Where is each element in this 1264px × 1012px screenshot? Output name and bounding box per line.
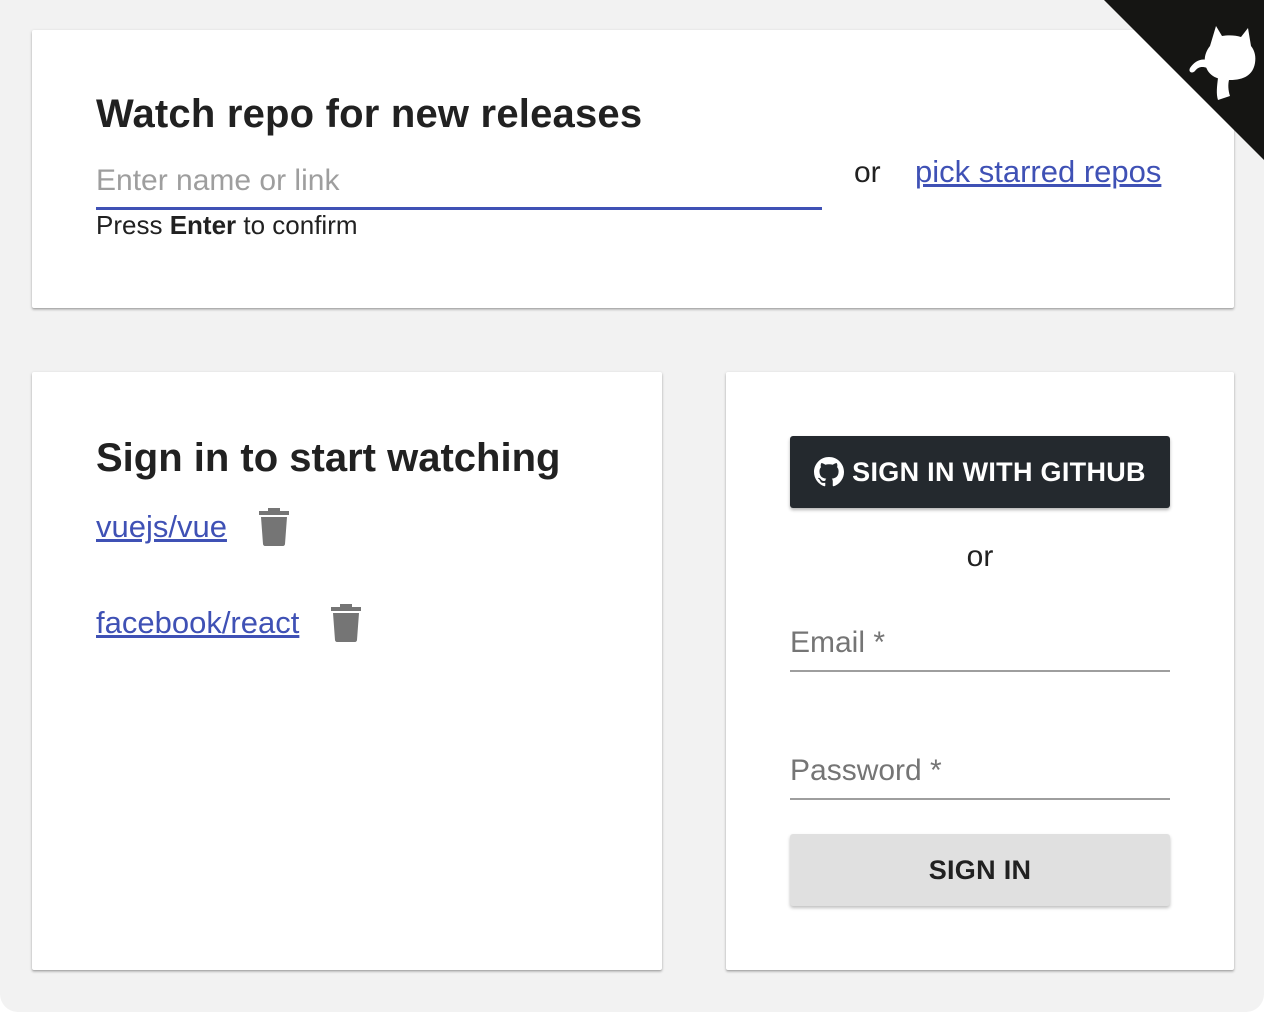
github-icon bbox=[814, 457, 845, 487]
sign-in-button[interactable]: SIGN IN bbox=[790, 834, 1170, 906]
github-corner-link[interactable] bbox=[1104, 0, 1264, 160]
watched-repos-card: Sign in to start watching vuejs/vue face… bbox=[32, 372, 662, 970]
repo-input-container bbox=[96, 154, 822, 210]
list-item: vuejs/vue bbox=[96, 508, 289, 546]
trash-icon[interactable] bbox=[258, 508, 289, 546]
hint-suffix: to confirm bbox=[236, 210, 358, 240]
confirm-hint: Press Enter to confirm bbox=[96, 210, 358, 241]
repo-link-vuejs-vue[interactable]: vuejs/vue bbox=[96, 509, 227, 545]
password-field-container bbox=[790, 744, 1170, 800]
hint-prefix: Press bbox=[96, 210, 170, 240]
watch-repo-card: Watch repo for new releases Press Enter … bbox=[32, 30, 1234, 308]
trash-icon[interactable] bbox=[331, 604, 362, 642]
email-field-container bbox=[790, 616, 1170, 672]
repo-link-facebook-react[interactable]: facebook/react bbox=[96, 605, 299, 641]
hint-key: Enter bbox=[169, 210, 237, 240]
or-separator-top: or bbox=[854, 156, 881, 189]
sign-in-with-github-button[interactable]: SIGN IN WITH GITHUB bbox=[790, 436, 1170, 508]
sign-in-card: SIGN IN WITH GITHUB or SIGN IN bbox=[726, 372, 1234, 970]
repo-name-input[interactable] bbox=[96, 154, 822, 207]
sign-in-prompt-title: Sign in to start watching bbox=[96, 436, 561, 480]
github-octocat-icon bbox=[1104, 0, 1264, 160]
or-separator-auth: or bbox=[966, 540, 994, 573]
watch-title: Watch repo for new releases bbox=[96, 92, 643, 136]
password-field[interactable] bbox=[790, 744, 1170, 798]
list-item: facebook/react bbox=[96, 604, 362, 642]
email-field[interactable] bbox=[790, 616, 1170, 670]
github-button-label: SIGN IN WITH GITHUB bbox=[852, 456, 1146, 487]
